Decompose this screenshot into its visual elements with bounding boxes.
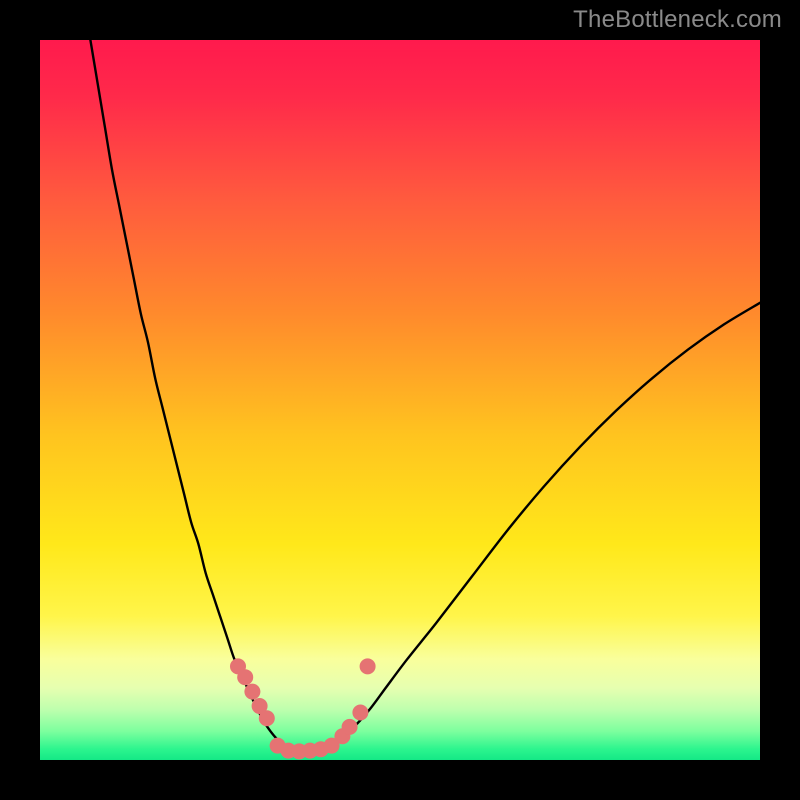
highlight-marker [259,710,275,726]
chart-background [40,40,760,760]
chart-frame: TheBottleneck.com [0,0,800,800]
plot-area [40,40,760,760]
highlight-marker [244,684,260,700]
highlight-marker [237,669,253,685]
highlight-marker [360,658,376,674]
highlight-marker [352,704,368,720]
watermark-text: TheBottleneck.com [573,6,782,34]
chart-svg [40,40,760,760]
highlight-marker [342,719,358,735]
